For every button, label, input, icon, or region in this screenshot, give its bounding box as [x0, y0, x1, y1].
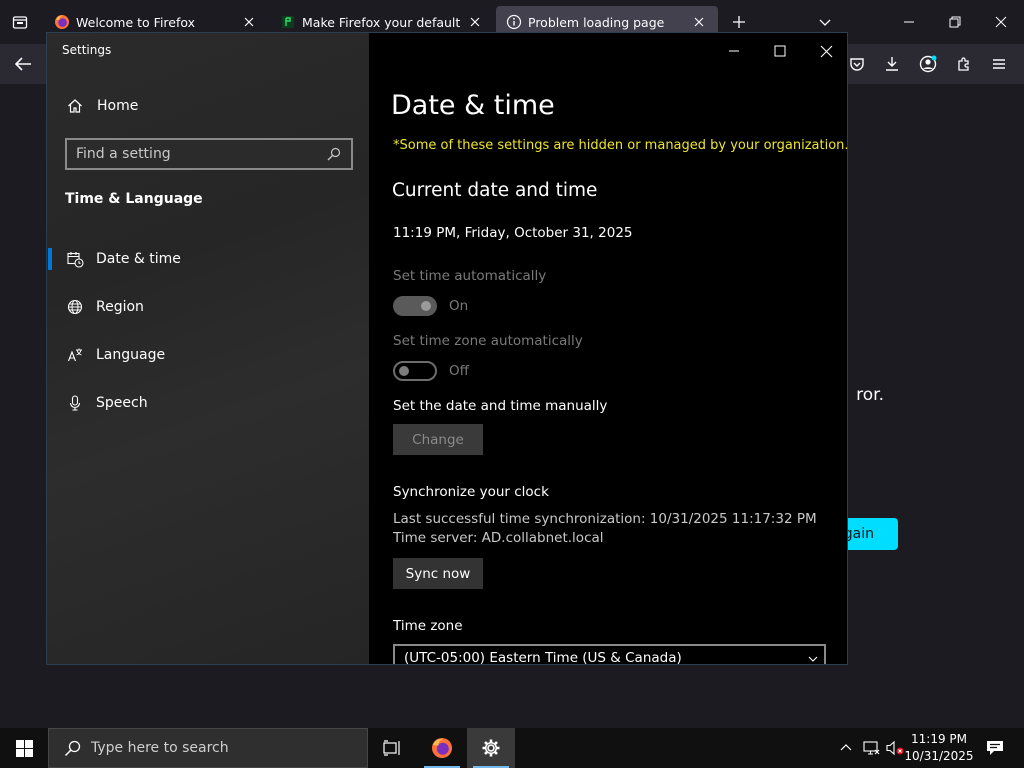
- chevron-down-icon: [808, 652, 818, 664]
- sync-clock-heading: Synchronize your clock: [393, 484, 549, 500]
- minimize-icon[interactable]: [894, 8, 924, 36]
- close-icon[interactable]: [808, 36, 844, 66]
- set-time-automatically-toggle[interactable]: [393, 296, 437, 316]
- nav-item-language[interactable]: Language: [47, 338, 369, 372]
- home-icon: [65, 96, 85, 116]
- tab-title: Make Firefox your default brow: [302, 14, 460, 30]
- nav-item-label: Speech: [96, 395, 148, 411]
- taskbar: Type here to search 11:19 PM 10/31/2025: [0, 728, 1024, 768]
- taskbar-search-placeholder: Type here to search: [91, 740, 229, 756]
- nav-item-region[interactable]: Region: [47, 290, 369, 324]
- minimize-icon[interactable]: [716, 36, 752, 66]
- network-icon[interactable]: [861, 738, 881, 758]
- taskbar-clock[interactable]: 11:19 PM 10/31/2025: [902, 731, 976, 765]
- notification-center-icon[interactable]: [980, 728, 1010, 768]
- app-title: Settings: [62, 43, 112, 57]
- close-icon[interactable]: [986, 8, 1016, 36]
- chevron-down-icon[interactable]: [814, 11, 836, 33]
- toggle-knob: [399, 366, 409, 376]
- chevron-up-icon[interactable]: [836, 738, 856, 758]
- nav-home[interactable]: Home: [47, 89, 369, 123]
- nav-item-label: Language: [96, 347, 166, 363]
- nav-home-label: Home: [97, 98, 139, 114]
- firefox-logo-icon: [54, 14, 70, 30]
- change-button[interactable]: Change: [393, 424, 483, 455]
- tab-title: Welcome to Firefox: [76, 14, 196, 30]
- nav-item-date-time[interactable]: Date & time: [47, 242, 369, 276]
- restore-icon[interactable]: [940, 8, 970, 36]
- set-time-zone-automatically-toggle[interactable]: [393, 361, 437, 381]
- extensions-puzzle-icon[interactable]: [951, 52, 977, 76]
- set-time-zone-automatically-label: Set time zone automatically: [393, 333, 583, 349]
- green-page-icon: [280, 14, 296, 30]
- settings-nav-pane: Settings Home Time & Language Date & tim…: [47, 33, 369, 664]
- firefox-view-icon[interactable]: [8, 10, 32, 34]
- close-icon[interactable]: [466, 13, 484, 31]
- sync-now-button[interactable]: Sync now: [393, 558, 483, 589]
- time-zone-dropdown[interactable]: (UTC-05:00) Eastern Time (US & Canada): [393, 644, 826, 665]
- nav-item-label: Region: [96, 299, 144, 315]
- settings-window: Settings Home Time & Language Date & tim…: [46, 32, 848, 665]
- hamburger-menu-icon[interactable]: [986, 52, 1012, 76]
- close-icon[interactable]: [690, 13, 708, 31]
- toggle-knob: [421, 301, 431, 311]
- search-icon: [61, 737, 83, 759]
- close-icon[interactable]: [240, 13, 258, 31]
- settings-content-pane: Date & time *Some of these settings are …: [369, 33, 847, 664]
- task-view-icon[interactable]: [368, 728, 416, 768]
- clock-time: 11:19 PM: [911, 732, 967, 746]
- current-date-time-value: 11:19 PM, Friday, October 31, 2025: [393, 225, 633, 241]
- account-icon[interactable]: [915, 52, 941, 76]
- page-title: Date & time: [391, 90, 555, 121]
- toggle-state-text: Off: [449, 363, 469, 379]
- microphone-icon: [65, 393, 85, 413]
- search-input[interactable]: [67, 140, 321, 168]
- set-time-automatically-label: Set time automatically: [393, 268, 547, 284]
- section-heading: Time & Language: [65, 191, 203, 207]
- set-manually-label: Set the date and time manually: [393, 398, 608, 414]
- time-server-text: Time server: AD.collabnet.local: [393, 530, 604, 546]
- find-setting-search: [65, 138, 353, 170]
- back-arrow-icon[interactable]: [10, 52, 36, 76]
- last-sync-text: Last successful time synchronization: 10…: [393, 511, 817, 527]
- maximize-icon[interactable]: [762, 36, 798, 66]
- date-time-icon: [65, 249, 85, 269]
- info-circle-icon: [506, 14, 522, 30]
- tab-title: Problem loading page: [528, 14, 665, 30]
- nav-item-label: Date & time: [96, 251, 181, 267]
- settings-gear-icon[interactable]: [467, 728, 515, 768]
- current-date-time-heading: Current date and time: [392, 180, 598, 201]
- nav-item-speech[interactable]: Speech: [47, 386, 369, 420]
- time-zone-label: Time zone: [393, 618, 463, 634]
- time-zone-value: (UTC-05:00) Eastern Time (US & Canada): [404, 650, 682, 665]
- search-icon[interactable]: [321, 141, 347, 167]
- taskbar-search-box[interactable]: Type here to search: [48, 728, 368, 768]
- windows-start-icon[interactable]: [0, 728, 48, 768]
- clock-date: 10/31/2025: [904, 749, 974, 763]
- download-icon[interactable]: [879, 52, 905, 76]
- firefox-taskbar-icon[interactable]: [418, 728, 466, 768]
- toggle-state-text: On: [449, 298, 469, 314]
- globe-icon: [65, 297, 85, 317]
- policy-notice: *Some of these settings are hidden or ma…: [393, 138, 848, 153]
- language-icon: [65, 345, 85, 365]
- new-tab-plus-icon[interactable]: [728, 11, 750, 33]
